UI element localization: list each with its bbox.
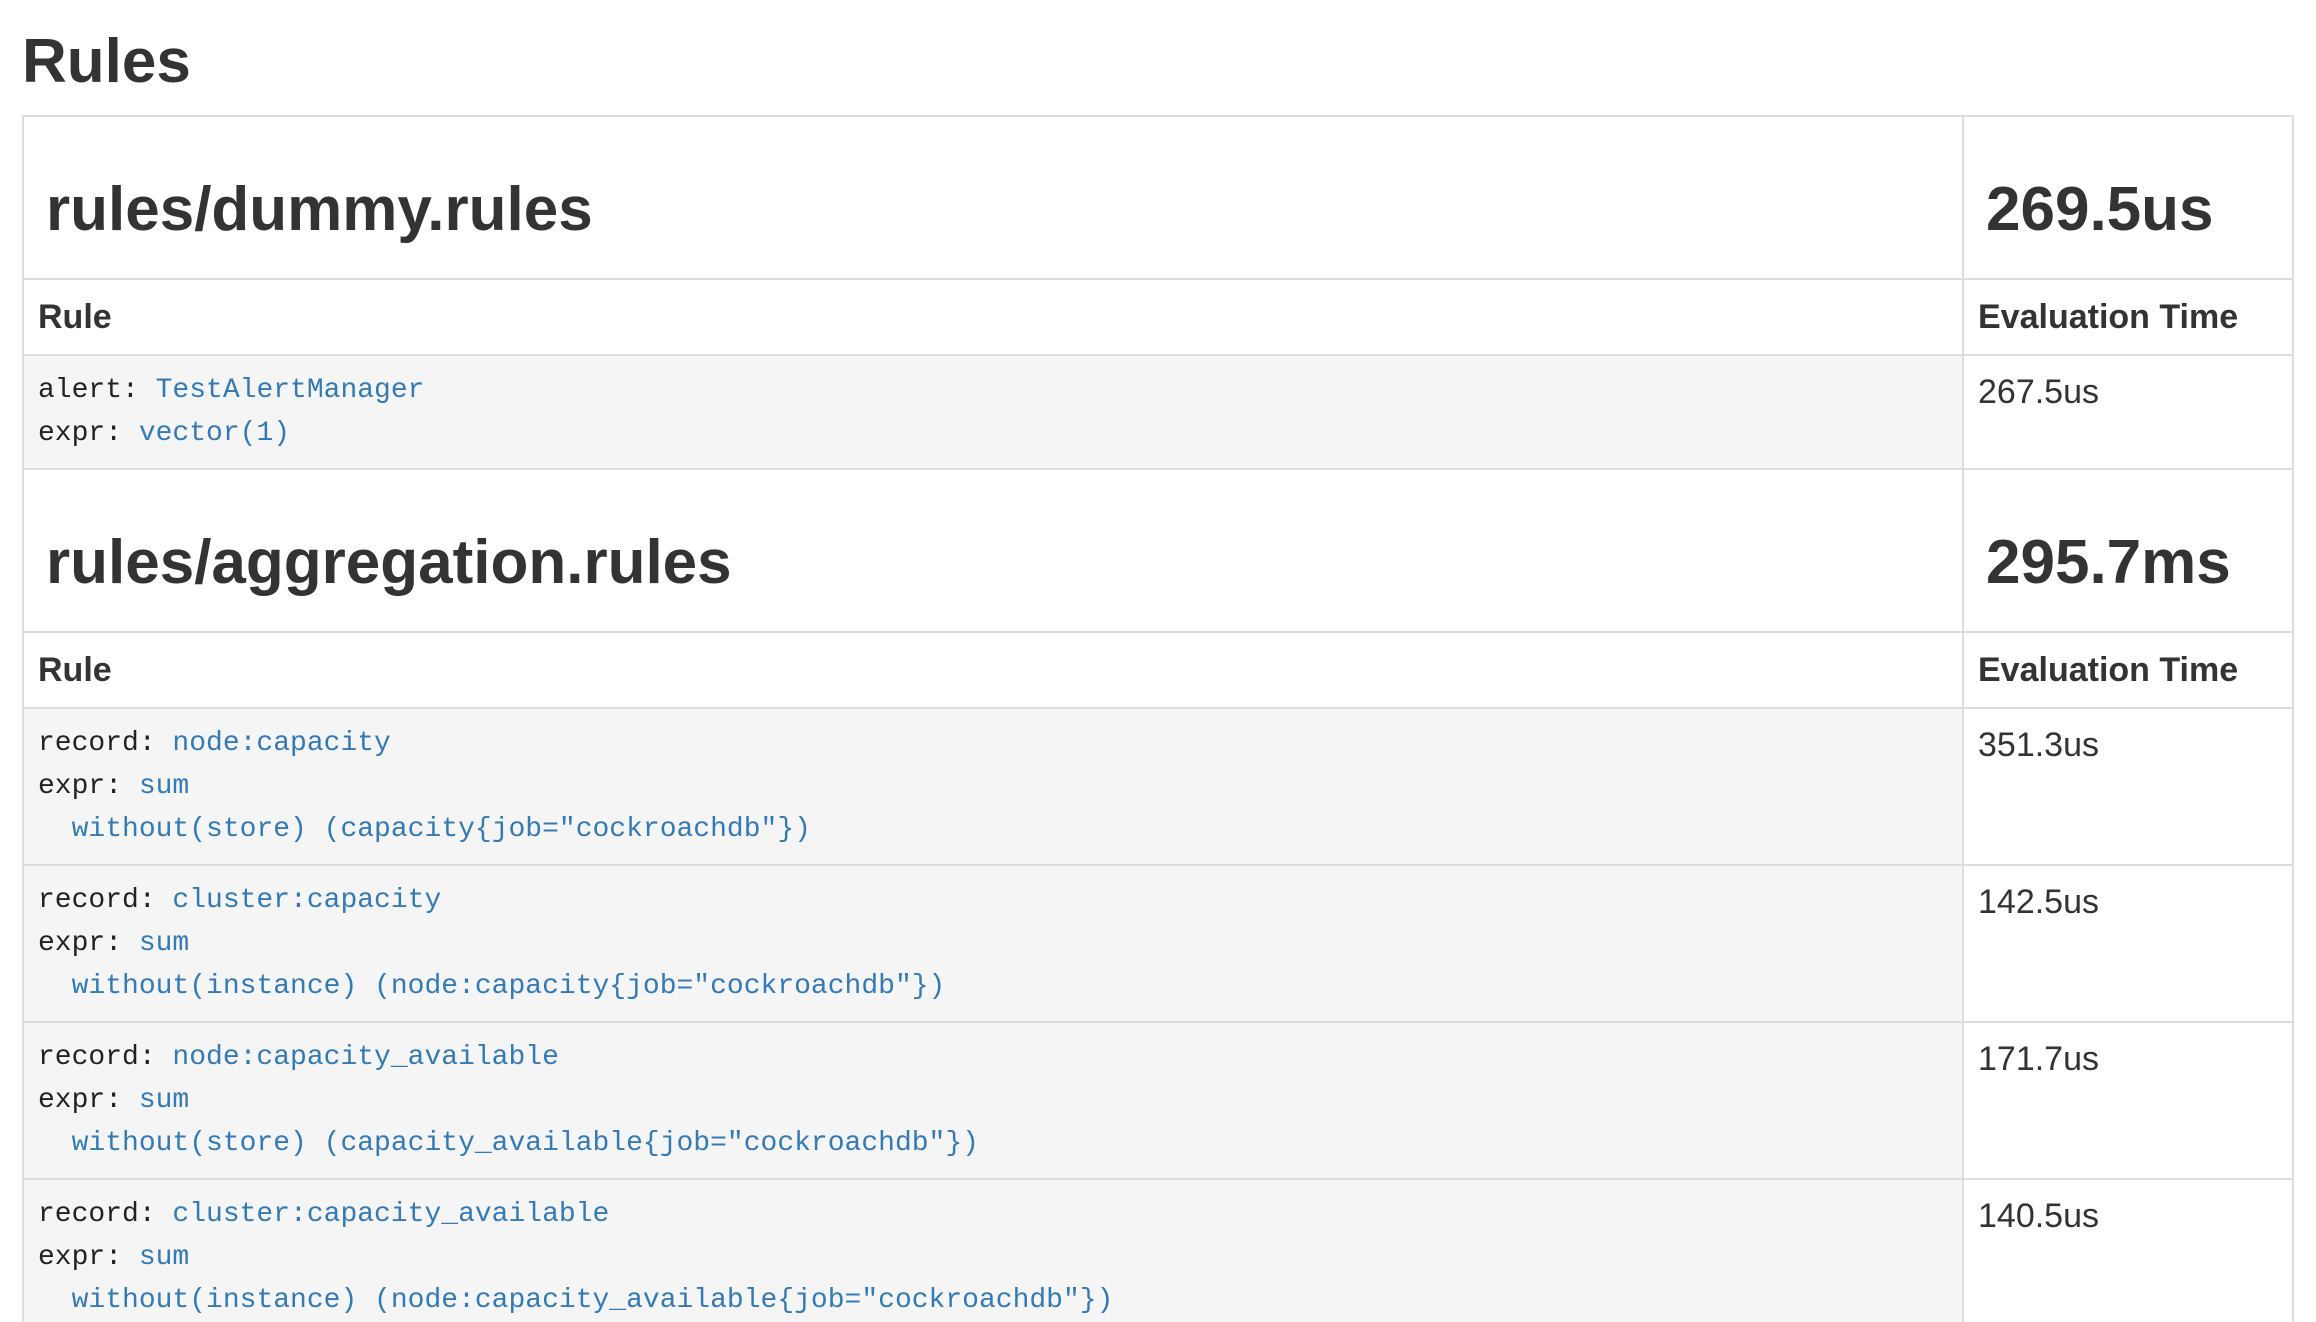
rule-line: record: cluster:capacity bbox=[38, 879, 1948, 922]
rule-line: expr: sum bbox=[38, 922, 1948, 965]
column-header-row: Rule Evaluation Time bbox=[23, 632, 2293, 708]
rule-evaluation-time: 171.7us bbox=[1963, 1022, 2293, 1179]
rule-keyword: record: bbox=[38, 885, 172, 916]
rule-keyword: record: bbox=[38, 1199, 172, 1230]
rule-link[interactable]: sum bbox=[139, 1085, 189, 1116]
rule-link[interactable]: without(instance) (node:capacity_availab… bbox=[72, 1285, 1114, 1316]
rule-keyword: alert: bbox=[38, 375, 156, 406]
rule-evaluation-time: 142.5us bbox=[1963, 865, 2293, 1022]
rule-group-evaluation-time: 269.5us bbox=[1978, 177, 2278, 243]
rule-link[interactable]: sum bbox=[139, 1242, 189, 1273]
evaluation-time-column-header-cell: Evaluation Time bbox=[1963, 279, 2293, 355]
rule-line: record: cluster:capacity_available bbox=[38, 1193, 1948, 1236]
rule-group-header-row: rules/dummy.rules 269.5us bbox=[23, 116, 2293, 279]
rule-definition-cell: alert: TestAlertManagerexpr: vector(1) bbox=[23, 355, 1963, 469]
rule-column-header-cell: Rule bbox=[23, 279, 1963, 355]
rule-definition-cell: record: cluster:capacityexpr: sum withou… bbox=[23, 865, 1963, 1022]
rule-line: without(instance) (node:capacity{job="co… bbox=[38, 965, 1948, 1008]
rule-definition-cell: record: node:capacity_availableexpr: sum… bbox=[23, 1022, 1963, 1179]
rule-link[interactable]: without(instance) (node:capacity{job="co… bbox=[72, 971, 946, 1002]
rule-keyword: expr: bbox=[38, 928, 139, 959]
rule-row: record: cluster:capacity_availableexpr: … bbox=[23, 1179, 2293, 1322]
column-header-row: Rule Evaluation Time bbox=[23, 279, 2293, 355]
rule-keyword bbox=[38, 814, 72, 845]
rule-keyword: expr: bbox=[38, 1085, 139, 1116]
rule-link[interactable]: without(store) (capacity_available{job="… bbox=[72, 1128, 979, 1159]
rules-table: rules/dummy.rules 269.5us Rule Evaluatio… bbox=[22, 115, 2294, 1322]
rule-row: record: node:capacity_availableexpr: sum… bbox=[23, 1022, 2293, 1179]
rule-line: expr: sum bbox=[38, 765, 1948, 808]
rule-evaluation-time: 267.5us bbox=[1963, 355, 2293, 469]
rule-group-evaluation-time-cell: 269.5us bbox=[1963, 116, 2293, 279]
rule-link[interactable]: TestAlertManager bbox=[156, 375, 425, 406]
rule-link[interactable]: without(store) (capacity{job="cockroachd… bbox=[72, 814, 811, 845]
rule-group-header-row: rules/aggregation.rules 295.7ms bbox=[23, 469, 2293, 632]
rule-evaluation-time: 140.5us bbox=[1963, 1179, 2293, 1322]
rule-row: alert: TestAlertManagerexpr: vector(1) 2… bbox=[23, 355, 2293, 469]
rule-column-header: Rule bbox=[38, 298, 112, 336]
evaluation-time-column-header: Evaluation Time bbox=[1978, 651, 2238, 689]
rule-keyword bbox=[38, 971, 72, 1002]
rule-link[interactable]: sum bbox=[139, 771, 189, 802]
rule-line: expr: sum bbox=[38, 1079, 1948, 1122]
rule-definition-cell: record: cluster:capacity_availableexpr: … bbox=[23, 1179, 1963, 1322]
evaluation-time-column-header: Evaluation Time bbox=[1978, 298, 2238, 336]
rule-row: record: node:capacityexpr: sum without(s… bbox=[23, 708, 2293, 865]
rule-link[interactable]: sum bbox=[139, 928, 189, 959]
evaluation-time-column-header-cell: Evaluation Time bbox=[1963, 632, 2293, 708]
rule-link[interactable]: cluster:capacity_available bbox=[172, 1199, 609, 1230]
rule-line: alert: TestAlertManager bbox=[38, 369, 1948, 412]
rule-column-header-cell: Rule bbox=[23, 632, 1963, 708]
rule-keyword: record: bbox=[38, 728, 172, 759]
rule-link[interactable]: node:capacity bbox=[172, 728, 390, 759]
rule-column-header: Rule bbox=[38, 651, 112, 689]
rule-keyword bbox=[38, 1285, 72, 1316]
rule-line: expr: sum bbox=[38, 1236, 1948, 1279]
rule-keyword: expr: bbox=[38, 418, 139, 449]
rule-link[interactable]: cluster:capacity bbox=[172, 885, 441, 916]
rule-line: without(store) (capacity_available{job="… bbox=[38, 1122, 1948, 1165]
rule-line: record: node:capacity_available bbox=[38, 1036, 1948, 1079]
rule-group-file: rules/dummy.rules bbox=[38, 177, 1948, 243]
rule-link[interactable]: vector(1) bbox=[139, 418, 290, 449]
rule-line: record: node:capacity bbox=[38, 722, 1948, 765]
rule-group-evaluation-time: 295.7ms bbox=[1978, 530, 2278, 596]
rules-page: Rules rules/dummy.rules 269.5us Rule Eva… bbox=[0, 26, 2316, 1322]
rule-line: expr: vector(1) bbox=[38, 412, 1948, 455]
rule-keyword bbox=[38, 1128, 72, 1159]
rule-keyword: expr: bbox=[38, 771, 139, 802]
rule-link[interactable]: node:capacity_available bbox=[172, 1042, 558, 1073]
rule-line: without(instance) (node:capacity_availab… bbox=[38, 1279, 1948, 1322]
rule-group-evaluation-time-cell: 295.7ms bbox=[1963, 469, 2293, 632]
rule-keyword: expr: bbox=[38, 1242, 139, 1273]
page-title: Rules bbox=[22, 26, 2294, 98]
rule-line: without(store) (capacity{job="cockroachd… bbox=[38, 808, 1948, 851]
rule-evaluation-time: 351.3us bbox=[1963, 708, 2293, 865]
rule-group-file-cell: rules/dummy.rules bbox=[23, 116, 1963, 279]
rule-row: record: cluster:capacityexpr: sum withou… bbox=[23, 865, 2293, 1022]
rule-keyword: record: bbox=[38, 1042, 172, 1073]
rule-group-file-cell: rules/aggregation.rules bbox=[23, 469, 1963, 632]
rule-group-file: rules/aggregation.rules bbox=[38, 530, 1948, 596]
rule-definition-cell: record: node:capacityexpr: sum without(s… bbox=[23, 708, 1963, 865]
